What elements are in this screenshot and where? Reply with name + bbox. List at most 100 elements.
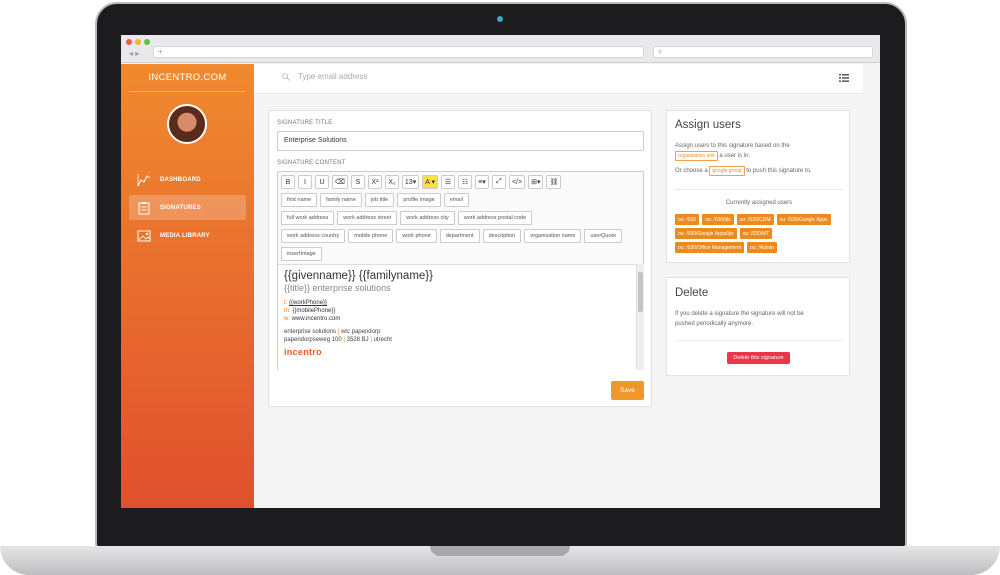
assign-users-card: Assign users Assign users to this signat… [666,110,850,263]
signature-title-label: SIGNATURE TITLE [277,120,333,126]
assigned-user-badge[interactable]: ou: /Admin [747,242,777,253]
search-input[interactable]: Type email address [298,72,367,81]
merge-tag-button[interactable]: work address country [281,229,346,243]
merge-tag-button[interactable]: first name [281,193,318,207]
preview-addr-company: enterprise solutions [284,329,337,335]
merge-tag-button[interactable]: mobile phone [348,229,394,243]
avatar[interactable] [167,104,207,144]
merge-tag-button[interactable]: organisation name [524,229,582,243]
save-button[interactable]: Save [611,381,644,400]
sidebar-item-dashboard[interactable]: DASHBOARD [129,167,246,192]
incentro-logo: incentro [284,347,322,357]
merge-tag-button[interactable]: family name [320,193,362,207]
preview-w-label: w: [284,316,290,322]
assigned-user-badge[interactable]: ou: /030/ijts [702,214,734,225]
maximize-dot-icon[interactable] [144,39,150,45]
divider [675,189,843,190]
editor-toolbar: B I U ⌫ S X² X₂ 13▾ A ▾ ☰ ☷ ≡▾ ⤢ </> ⊞▾ ⛓ [281,175,564,189]
divider [129,91,246,92]
top-bar: Type email address [254,64,863,94]
tag-row-2: full work address work address street work… [281,211,535,225]
assign-description: Assign users to this signature based on … [675,143,790,161]
screen: ◂ ▸ + ⌕ INCENTRO.COM DASHBOARD SIGNATURE… [121,35,880,508]
delete-signature-button[interactable]: Delete this signature [727,352,790,364]
divider [675,340,843,341]
toolbar-button[interactable]: ⌫ [332,175,348,189]
preview-title: {{title}} enterprise solutions [284,283,391,293]
list-icon[interactable] [839,74,849,82]
assigned-users-list: ou: /030 ou: /030/ijts ou: /030/CRM ou: /03… [675,214,847,256]
scroll-thumb[interactable] [638,272,643,312]
merge-tag-button[interactable]: department [439,229,480,243]
tag-row-1: first name family name job title profile im… [281,193,472,207]
organisation-unit-tag[interactable]: organisation unit [675,151,718,161]
assigned-user-badge[interactable]: ou: /030/CRM [736,214,774,225]
toolbar-button[interactable]: X₂ [384,175,399,189]
preview-addr-building: wtc papendorp [340,329,381,335]
toolbar-button[interactable]: I [298,175,312,189]
rich-text-editor: B I U ⌫ S X² X₂ 13▾ A ▾ ☰ ☷ ≡▾ ⤢ </> ⊞▾ ⛓ first name fam… [277,171,644,370]
assigned-user-badge[interactable]: ou: /030 [675,214,700,225]
merge-tag-button[interactable]: job title [364,193,395,207]
merge-tag-button[interactable]: work address street [337,211,398,225]
merge-tag-button[interactable]: userQuote [584,229,623,243]
toolbar-button[interactable]: ⛓ [546,175,562,189]
search-icon [282,72,290,81]
toolbar-button[interactable]: ≡▾ [474,175,489,189]
nav-arrows-icon[interactable]: ◂ ▸ [129,49,139,58]
toolbar-button[interactable]: ⊞▾ [528,175,544,189]
laptop-mockup: ◂ ▸ + ⌕ INCENTRO.COM DASHBOARD SIGNATURE… [0,0,1000,575]
tag-row-3: work address country mobile phone work pho… [281,229,625,243]
signature-preview[interactable]: {{givenname}} {{familyname}} {{title}} e… [278,264,636,370]
minimize-dot-icon[interactable] [135,39,141,45]
assign-users-title: Assign users [675,119,741,131]
toolbar-button[interactable]: ☰ [440,175,455,189]
merge-tag-button[interactable]: work phone [396,229,437,243]
toolbar-button[interactable]: U [315,175,329,189]
merge-tag-button[interactable]: email [443,193,469,207]
sidebar-item-label: DASHBOARD [160,176,201,183]
merge-tag-button[interactable]: description [482,229,522,243]
delete-title: Delete [675,287,709,299]
email-search[interactable]: Type email address [282,72,367,81]
toolbar-button[interactable]: ☷ [457,175,472,189]
merge-tag-button[interactable]: full work address [281,211,335,225]
preview-addr-postal: 3528 BJ [346,337,369,343]
assigned-user-badge[interactable]: ou: /030/Google Apps [776,214,831,225]
laptop-notch [430,546,570,556]
google-group-tag[interactable]: google group [709,166,745,176]
editor-scrollbar[interactable] [636,264,644,370]
toolbar-button[interactable]: A ▾ [422,175,438,189]
merge-tag-button[interactable]: insertImage [281,247,322,261]
signature-title-input[interactable]: Enterprise Solutions [277,131,644,151]
signature-content-label: SIGNATURE CONTENT [277,160,346,166]
preview-addr-city: utrecht [373,337,392,343]
toolbar-button[interactable]: 13▾ [401,175,420,189]
preview-name: {{givenname}} {{familyname}} [284,270,433,282]
toolbar-button[interactable]: S [350,175,365,189]
merge-tag-button[interactable]: profile image [397,193,441,207]
camera-dot [497,16,503,22]
sidebar-item-label: SIGNATURES [160,204,201,211]
toolbar-button[interactable]: B [281,175,295,189]
sidebar-item-media-library[interactable]: MEDIA LIBRARY [129,223,246,248]
close-dot-icon[interactable] [126,39,132,45]
sidebar-item-signatures[interactable]: SIGNATURES [129,195,246,220]
delete-description: If you delete a signature the signature … [675,311,804,327]
toolbar-button[interactable]: ⤢ [491,175,506,189]
merge-tag-button[interactable]: work address postal code [457,211,533,225]
toolbar-button[interactable]: </> [508,175,526,189]
assigned-user-badge[interactable]: ou: /030/Google Apps/ijts [675,228,737,239]
url-bar[interactable]: + [153,46,644,58]
preview-work-phone: {{workPhone}} [289,300,328,306]
assigned-user-badge[interactable]: ou: /030/Office Management [675,242,745,253]
browser-search[interactable]: ⌕ [653,46,873,58]
tag-row-4: insertImage [281,247,325,261]
preview-mobile-phone: {{mobilePhone}} [292,308,336,314]
signature-card: SIGNATURE TITLE Enterprise Solutions SIG… [268,110,652,407]
assigned-user-badge[interactable]: ou: /030/MT [739,228,773,239]
brand-title[interactable]: INCENTRO.COM [121,72,254,83]
toolbar-button[interactable]: X² [367,175,382,189]
browser-bar: ◂ ▸ + ⌕ [121,35,880,63]
merge-tag-button[interactable]: work address city [400,211,455,225]
